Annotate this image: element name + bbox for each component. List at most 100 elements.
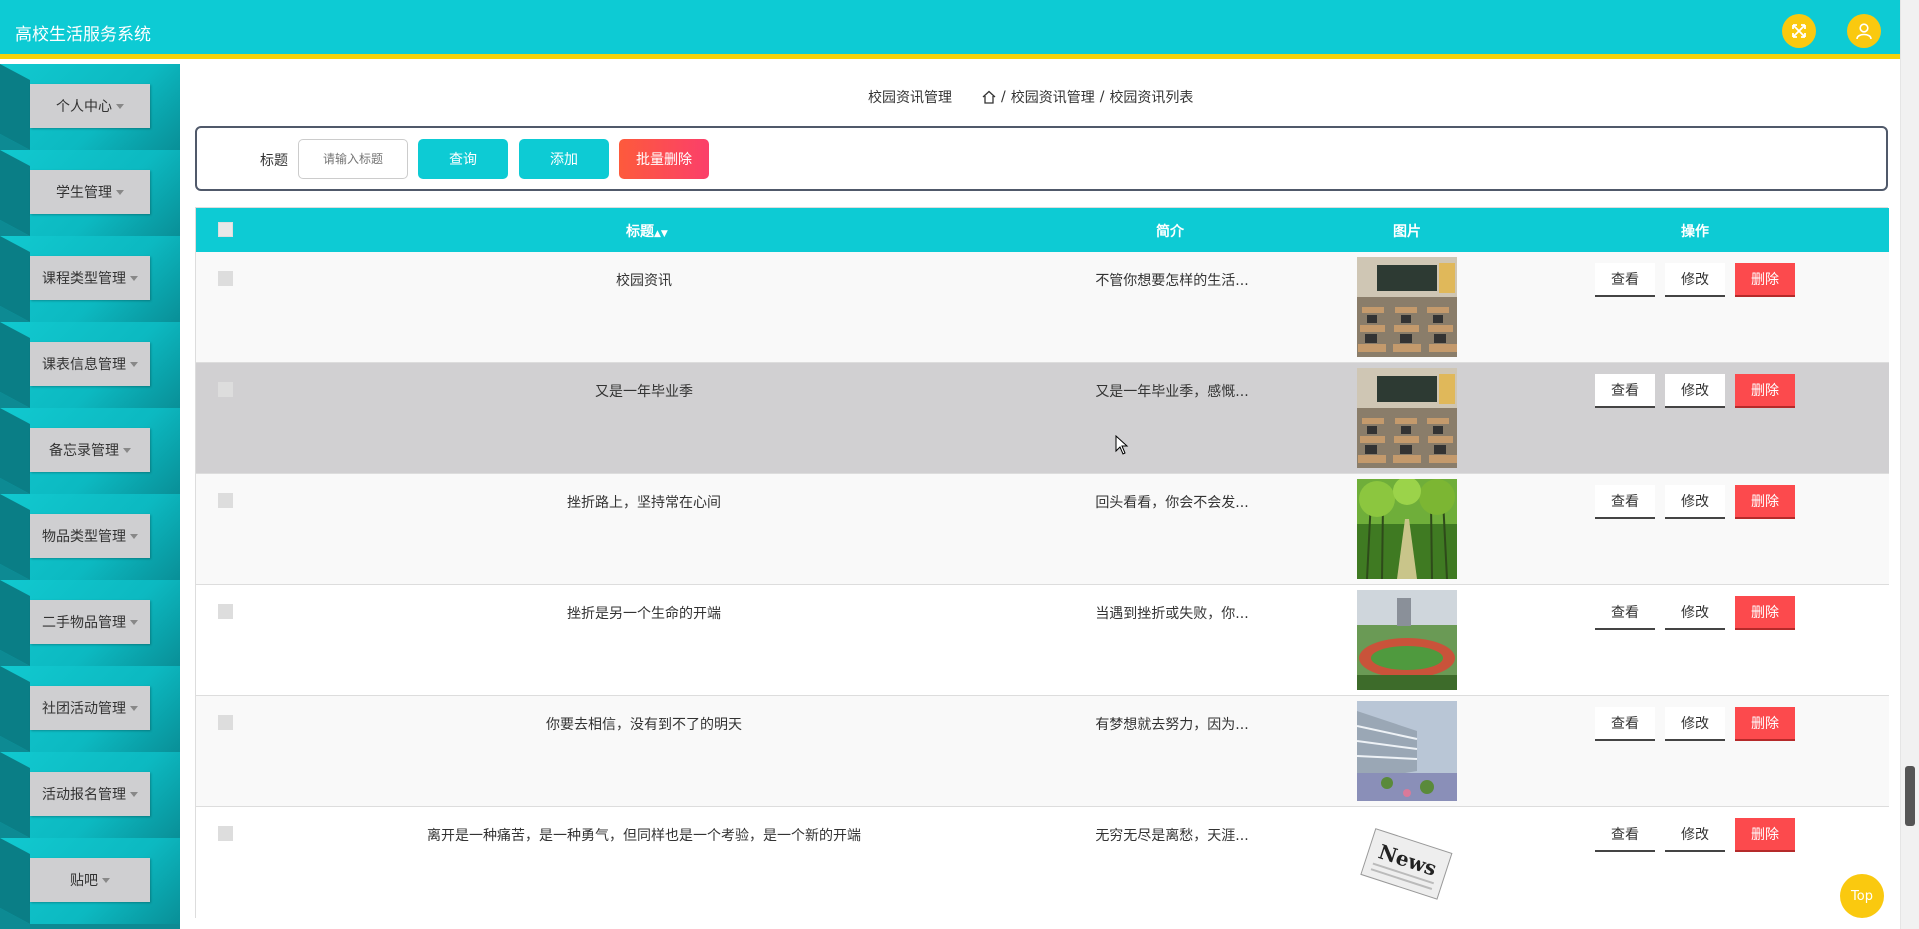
row-intro: 有梦想就去努力，因为... bbox=[1095, 717, 1249, 733]
edit-button[interactable]: 修改 bbox=[1665, 596, 1725, 630]
table-header: 标题▲▼ 简介 图片 操作 bbox=[196, 208, 1889, 252]
view-button[interactable]: 查看 bbox=[1595, 596, 1655, 630]
home-icon[interactable] bbox=[982, 90, 996, 104]
row-title: 离开是一种痛苦，是一种勇气，但同样也是一个考验，是一个新的开端 bbox=[427, 828, 861, 844]
delete-button[interactable]: 删除 bbox=[1735, 818, 1795, 852]
edit-button[interactable]: 修改 bbox=[1665, 818, 1725, 852]
view-button[interactable]: 查看 bbox=[1595, 818, 1655, 852]
caret-down-icon bbox=[130, 275, 138, 281]
sidebar-button[interactable]: 物品类型管理 bbox=[30, 514, 150, 558]
sidebar-item-personal-center: 个人中心 bbox=[0, 64, 180, 150]
delete-button[interactable]: 删除 bbox=[1735, 596, 1795, 630]
sidebar-item-label: 备忘录管理 bbox=[49, 443, 119, 459]
sidebar-item-label: 学生管理 bbox=[56, 185, 112, 201]
row-intro: 无穷无尽是离愁，天涯... bbox=[1095, 828, 1249, 844]
row-title: 你要去相信，没有到不了的明天 bbox=[546, 717, 742, 733]
row-title: 校园资讯 bbox=[616, 273, 672, 289]
row-title: 挫折路上，坚持常在心间 bbox=[567, 495, 721, 511]
sidebar-button[interactable]: 学生管理 bbox=[30, 170, 150, 214]
sidebar-button[interactable]: 课程类型管理 bbox=[30, 256, 150, 300]
table-row[interactable]: 又是一年毕业季 又是一年毕业季，感慨... 查看 修改 删除 bbox=[196, 363, 1889, 474]
search-panel: 标题 查询 添加 批量删除 bbox=[195, 126, 1888, 191]
row-intro: 回头看看，你会不会发... bbox=[1095, 495, 1249, 511]
caret-down-icon bbox=[116, 189, 124, 195]
breadcrumb-item: 校园资讯列表 bbox=[1109, 90, 1194, 106]
breadcrumb: 校园资讯管理 / 校园资讯管理 / 校园资讯列表 bbox=[868, 87, 1193, 107]
caret-down-icon bbox=[116, 103, 124, 109]
sidebar-item-label: 个人中心 bbox=[56, 99, 112, 115]
sidebar-button[interactable]: 课表信息管理 bbox=[30, 342, 150, 386]
sidebar-button[interactable]: 个人中心 bbox=[30, 84, 150, 128]
select-all-checkbox[interactable] bbox=[218, 222, 233, 237]
mouse-cursor-icon bbox=[1115, 435, 1129, 455]
sidebar-item-course-types: 课程类型管理 bbox=[0, 236, 180, 322]
caret-down-icon bbox=[130, 791, 138, 797]
fullscreen-icon bbox=[1792, 24, 1806, 38]
edit-button[interactable]: 修改 bbox=[1665, 485, 1725, 519]
sidebar: 个人中心 学生管理 课程类型管理 课表信息管理 备忘录管理 物品类型管理 二手物… bbox=[0, 64, 180, 929]
sidebar-button[interactable]: 贴吧 bbox=[30, 858, 150, 902]
query-button[interactable]: 查询 bbox=[418, 139, 508, 179]
header-image: 图片 bbox=[1393, 224, 1421, 240]
breadcrumb-item[interactable]: 校园资讯管理 bbox=[1011, 87, 1095, 107]
sidebar-item-timetable: 课表信息管理 bbox=[0, 322, 180, 408]
delete-button[interactable]: 删除 bbox=[1735, 707, 1795, 741]
caret-down-icon bbox=[130, 361, 138, 367]
row-intro: 不管你想要怎样的生活... bbox=[1095, 273, 1249, 289]
news-image: News bbox=[1357, 812, 1457, 912]
table-row[interactable]: 挫折是另一个生命的开端 当遇到挫折或失败，你... 查看 修改 删除 bbox=[196, 585, 1889, 696]
sidebar-button[interactable]: 二手物品管理 bbox=[30, 600, 150, 644]
delete-button[interactable]: 删除 bbox=[1735, 485, 1795, 519]
caret-down-icon bbox=[102, 877, 110, 883]
view-button[interactable]: 查看 bbox=[1595, 485, 1655, 519]
breadcrumb-separator: / bbox=[1099, 89, 1105, 105]
sidebar-item-label: 活动报名管理 bbox=[42, 787, 126, 803]
header-title[interactable]: 标题▲▼ bbox=[626, 221, 668, 241]
row-intro: 又是一年毕业季，感慨... bbox=[1095, 384, 1249, 400]
campus-building-image bbox=[1357, 701, 1457, 801]
caret-down-icon bbox=[130, 619, 138, 625]
delete-button[interactable]: 删除 bbox=[1735, 263, 1795, 297]
sidebar-item-label: 物品类型管理 bbox=[42, 529, 126, 545]
table-row[interactable]: 你要去相信，没有到不了的明天 有梦想就去努力，因为... 查看 修改 删除 bbox=[196, 696, 1889, 807]
table-row[interactable]: 离开是一种痛苦，是一种勇气，但同样也是一个考验，是一个新的开端 无穷无尽是离愁，… bbox=[196, 807, 1889, 918]
row-intro: 当遇到挫折或失败，你... bbox=[1095, 606, 1249, 622]
sidebar-item-activity-signup: 活动报名管理 bbox=[0, 752, 180, 838]
caret-down-icon bbox=[130, 705, 138, 711]
sidebar-item-students: 学生管理 bbox=[0, 150, 180, 236]
sidebar-item-label: 课表信息管理 bbox=[42, 357, 126, 373]
top-header: 高校生活服务系统 bbox=[0, 0, 1900, 59]
sidebar-button[interactable]: 社团活动管理 bbox=[30, 686, 150, 730]
caret-down-icon bbox=[123, 447, 131, 453]
user-button[interactable] bbox=[1847, 14, 1881, 48]
page-title: 校园资讯管理 bbox=[868, 90, 952, 106]
sidebar-item-label: 社团活动管理 bbox=[42, 701, 126, 717]
app-title: 高校生活服务系统 bbox=[15, 25, 151, 45]
caret-down-icon bbox=[130, 533, 138, 539]
page-scrollbar[interactable] bbox=[1900, 0, 1919, 929]
sort-icon[interactable]: ▲▼ bbox=[654, 229, 668, 239]
view-button[interactable]: 查看 bbox=[1595, 707, 1655, 741]
batch-delete-button[interactable]: 批量删除 bbox=[619, 139, 709, 179]
view-button[interactable]: 查看 bbox=[1595, 263, 1655, 297]
title-search-input[interactable] bbox=[298, 139, 408, 179]
user-icon bbox=[1856, 23, 1872, 40]
edit-button[interactable]: 修改 bbox=[1665, 707, 1725, 741]
row-title: 又是一年毕业季 bbox=[595, 384, 693, 400]
sidebar-button[interactable]: 活动报名管理 bbox=[30, 772, 150, 816]
add-button[interactable]: 添加 bbox=[519, 139, 609, 179]
breadcrumb-separator: / bbox=[1001, 89, 1006, 105]
sidebar-button[interactable]: 备忘录管理 bbox=[30, 428, 150, 472]
sidebar-item-club-activities: 社团活动管理 bbox=[0, 666, 180, 752]
table-row[interactable]: 校园资讯 不管你想要怎样的生活... 查看 修改 删除 bbox=[196, 252, 1889, 363]
view-button[interactable]: 查看 bbox=[1595, 374, 1655, 408]
scrollbar-thumb[interactable] bbox=[1905, 766, 1915, 826]
back-to-top-button[interactable]: Top bbox=[1840, 874, 1884, 918]
table-row[interactable]: 挫折路上，坚持常在心间 回头看看，你会不会发... 查看 修改 删除 bbox=[196, 474, 1889, 585]
sidebar-item-memo: 备忘录管理 bbox=[0, 408, 180, 494]
news-table: 标题▲▼ 简介 图片 操作 校园资讯 不管你想要怎样的生活... 查看 修改 删… bbox=[195, 207, 1889, 918]
edit-button[interactable]: 修改 bbox=[1665, 263, 1725, 297]
edit-button[interactable]: 修改 bbox=[1665, 374, 1725, 408]
delete-button[interactable]: 删除 bbox=[1735, 374, 1795, 408]
fullscreen-button[interactable] bbox=[1782, 14, 1816, 48]
